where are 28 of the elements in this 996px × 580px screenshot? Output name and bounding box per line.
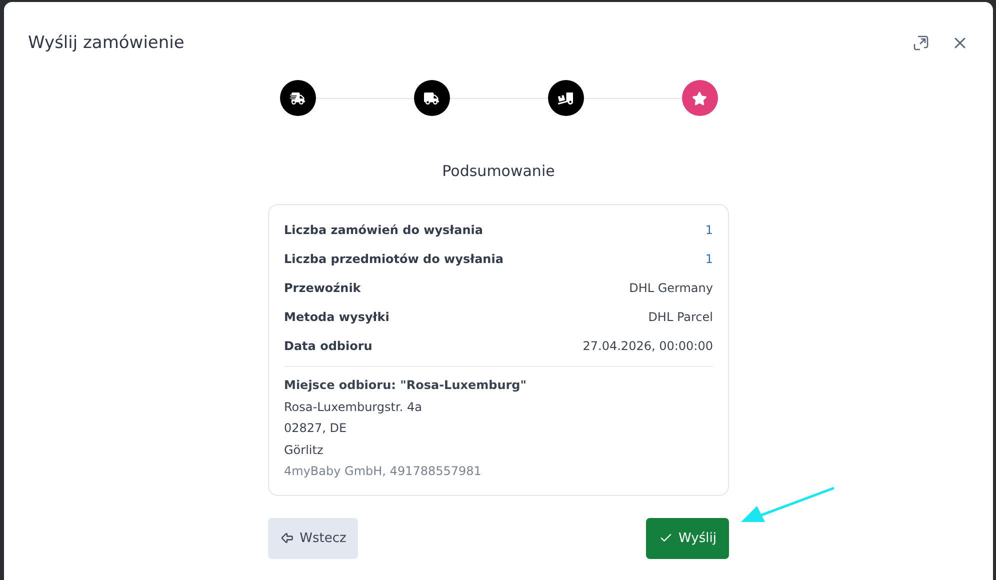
summary-label: Liczba zamówień do wysłania <box>284 222 483 236</box>
summary-value: 27.04.2026, 00:00:00 <box>582 338 713 352</box>
summary-value: 1 <box>705 252 713 266</box>
back-arrow-icon <box>280 531 294 545</box>
address-line: Görlitz <box>284 442 324 458</box>
truck-icon <box>424 90 439 106</box>
summary-label: Przewoźnik <box>284 280 361 294</box>
dolly-icon <box>558 90 573 106</box>
step-indicator[interactable] <box>548 80 584 116</box>
expand-button[interactable] <box>913 35 929 51</box>
send-button[interactable]: Wyślij <box>646 518 729 558</box>
star-icon <box>692 90 707 106</box>
summary-label: Metoda wysyłki <box>284 310 390 324</box>
pickup-title: Miejsce odbioru: "Rosa-Luxemburg" <box>284 377 528 394</box>
back-button[interactable]: Wstecz <box>268 518 358 558</box>
fast-truck-icon <box>290 90 305 106</box>
dialog-title: Wyślij zamówienie <box>28 33 186 53</box>
summary-value: DHL Germany <box>629 280 713 294</box>
section-heading: Podsumowanie <box>441 162 556 180</box>
step-indicator[interactable] <box>414 80 450 116</box>
summary-label: Liczba przedmiotów do wysłania <box>284 252 504 266</box>
step-indicator[interactable] <box>280 80 316 116</box>
summary-label: Data odbioru <box>284 338 372 352</box>
summary-value: DHL Parcel <box>648 310 713 324</box>
summary-value: 1 <box>705 222 713 236</box>
contact-line: 4myBaby GmbH, 491788557981 <box>284 463 482 480</box>
address-line: Rosa-Luxemburgstr. 4a <box>284 398 423 416</box>
address-line: 02827, DE <box>284 420 348 437</box>
